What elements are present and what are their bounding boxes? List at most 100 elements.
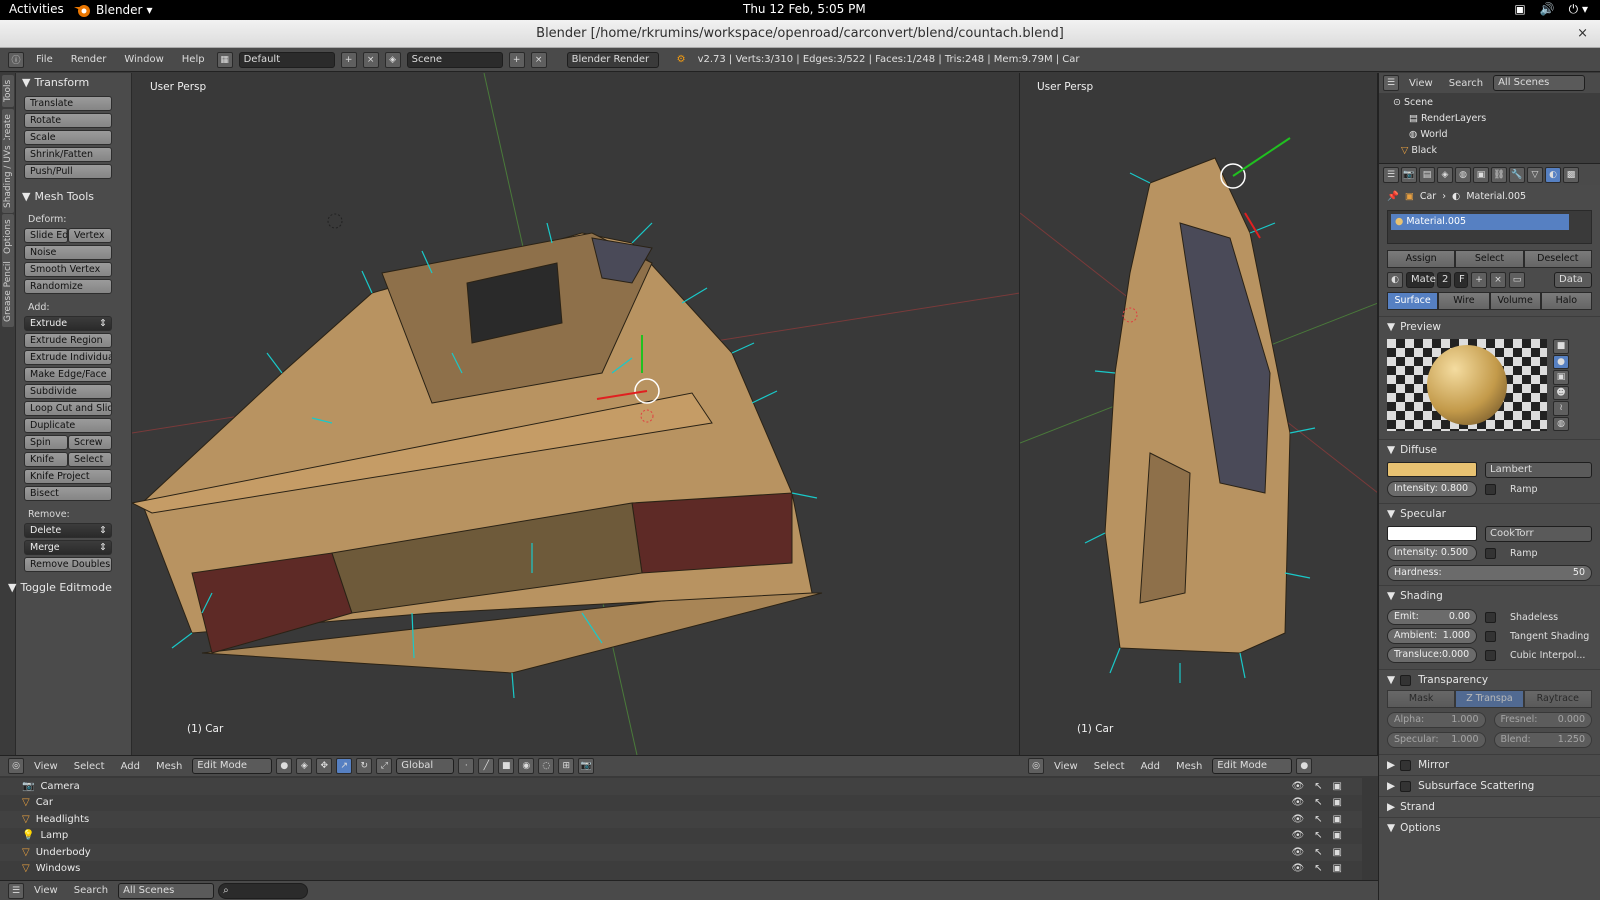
eye-icon[interactable]: 👁 bbox=[1291, 814, 1304, 825]
translate-button[interactable]: Translate bbox=[24, 96, 112, 111]
proportional-icon[interactable]: ◌ bbox=[538, 758, 555, 774]
transform-panel-header[interactable]: ▼ Transform bbox=[16, 73, 131, 92]
assign-button[interactable]: Assign bbox=[1387, 250, 1456, 268]
menu-mesh[interactable]: Mesh bbox=[1170, 761, 1208, 772]
select-button[interactable]: Select bbox=[1455, 250, 1524, 268]
knife-select-button[interactable]: Select bbox=[68, 452, 112, 467]
editor-type-icon[interactable]: ☰ bbox=[1383, 166, 1399, 183]
menu-add[interactable]: Add bbox=[1135, 761, 1166, 772]
render-tab-icon[interactable]: 📷 bbox=[1401, 166, 1417, 183]
preview-panel-header[interactable]: ▼ Preview bbox=[1379, 316, 1600, 337]
noise-button[interactable]: Noise bbox=[24, 245, 112, 260]
outliner-item-black[interactable]: ▽ Black bbox=[1393, 143, 1600, 159]
system-tray[interactable]: ▣ 🔊 ⏻ ▾ bbox=[1514, 2, 1588, 17]
sss-panel-header[interactable]: ▶ Subsurface Scattering bbox=[1379, 775, 1600, 796]
deselect-button[interactable]: Deselect bbox=[1523, 250, 1592, 268]
eye-icon[interactable]: 👁 bbox=[1291, 797, 1304, 808]
mode-select[interactable]: Edit Mode bbox=[192, 758, 273, 774]
cursor-icon[interactable]: ↖ bbox=[1314, 797, 1322, 808]
alpha-field[interactable]: Alpha: 1.000 bbox=[1387, 712, 1486, 728]
emit-field[interactable]: Emit: 0.00 bbox=[1387, 609, 1477, 625]
viewport-shading-icon[interactable]: ● bbox=[276, 758, 293, 774]
mesh-tools-panel-header[interactable]: ▼ Mesh Tools bbox=[16, 187, 131, 206]
menu-view[interactable]: View bbox=[1048, 761, 1084, 772]
preview-cube-icon[interactable]: ▣ bbox=[1553, 370, 1569, 385]
diffuse-color-swatch[interactable] bbox=[1387, 462, 1477, 477]
diffuse-intensity-field[interactable]: Intensity: 0.800 bbox=[1387, 481, 1477, 497]
fresnel-field[interactable]: Fresnel: 0.000 bbox=[1493, 712, 1592, 728]
diffuse-ramp-checkbox[interactable] bbox=[1485, 483, 1496, 495]
viewport-left[interactable]: User Persp (1) Car bbox=[132, 73, 1020, 755]
cursor-icon[interactable]: ↖ bbox=[1314, 814, 1322, 825]
specular-intensity-field[interactable]: Intensity: 0.500 bbox=[1387, 545, 1477, 561]
rotate-manip-icon[interactable]: ↻ bbox=[356, 758, 373, 774]
outliner-item-camera[interactable]: 📷 Camera 👁 ↖ ▣ bbox=[0, 778, 1362, 795]
mesh-side-viewport-canvas[interactable] bbox=[1020, 73, 1378, 755]
transparency-panel-header[interactable]: ▼ Transparency bbox=[1379, 669, 1600, 690]
diffuse-shader-select[interactable]: Lambert bbox=[1485, 462, 1592, 478]
clock[interactable]: Thu 12 Feb, 5:05 PM bbox=[743, 2, 866, 16]
specular-shader-select[interactable]: CookTorr bbox=[1485, 526, 1592, 542]
preview-flat-icon[interactable]: ■ bbox=[1553, 339, 1569, 354]
render-icon[interactable]: 📷 bbox=[578, 758, 595, 774]
mesh-viewport-canvas[interactable] bbox=[132, 73, 1020, 755]
orientation-select[interactable]: Global bbox=[396, 758, 455, 774]
menu-view[interactable]: View bbox=[1403, 78, 1439, 89]
cursor-icon[interactable]: ↖ bbox=[1314, 781, 1322, 792]
translate-manip-icon[interactable]: ↗ bbox=[336, 758, 353, 774]
layout-field[interactable]: Default bbox=[238, 51, 335, 68]
mask-button[interactable]: Mask bbox=[1387, 690, 1456, 708]
render-icon[interactable]: ▣ bbox=[1333, 781, 1342, 792]
menu-add[interactable]: Add bbox=[115, 761, 146, 772]
shadeless-checkbox[interactable] bbox=[1485, 611, 1496, 623]
display-mode-select[interactable]: All Scenes bbox=[118, 882, 215, 899]
editor-type-icon[interactable]: ☰ bbox=[1383, 75, 1399, 91]
eye-icon[interactable]: 👁 bbox=[1291, 781, 1304, 792]
screw-button[interactable]: Screw bbox=[68, 435, 112, 450]
hardness-field[interactable]: Hardness: 50 bbox=[1387, 565, 1592, 581]
world-tab-icon[interactable]: ◍ bbox=[1455, 166, 1471, 183]
duplicate-button[interactable]: Duplicate bbox=[24, 418, 112, 433]
close-icon[interactable]: × bbox=[1577, 20, 1588, 48]
texture-tab-icon[interactable]: ▩ bbox=[1563, 166, 1579, 183]
layout-icon[interactable]: ▦ bbox=[216, 51, 233, 68]
tab-grease-pencil[interactable]: Grease Pencil bbox=[2, 256, 14, 327]
viewport-shading-icon[interactable]: ● bbox=[1296, 758, 1313, 774]
occlude-icon[interactable]: ◉ bbox=[518, 758, 535, 774]
copy-icon[interactable]: ▭ bbox=[1509, 272, 1525, 288]
menu-window[interactable]: Window bbox=[118, 54, 169, 65]
scene-field[interactable]: Scene bbox=[406, 51, 503, 68]
eye-icon[interactable]: 👁 bbox=[1291, 847, 1304, 858]
add-layout-icon[interactable]: + bbox=[340, 51, 357, 68]
users-count[interactable]: 2 bbox=[1437, 272, 1451, 288]
menu-render[interactable]: Render bbox=[65, 54, 113, 65]
randomize-button[interactable]: Randomize bbox=[24, 279, 112, 294]
tab-shading-uvs[interactable]: Shading / UVs bbox=[2, 140, 14, 213]
volume-icon[interactable]: 🔊 bbox=[1540, 2, 1555, 17]
menu-file[interactable]: File bbox=[30, 54, 59, 65]
layers-tab-icon[interactable]: ▤ bbox=[1419, 166, 1435, 183]
blend-field[interactable]: Blend: 1.250 bbox=[1493, 732, 1592, 748]
material-tab-icon[interactable]: ◐ bbox=[1545, 166, 1561, 183]
rotate-button[interactable]: Rotate bbox=[24, 113, 112, 128]
knife-button[interactable]: Knife bbox=[24, 452, 68, 467]
tab-surface[interactable]: Surface bbox=[1387, 292, 1439, 310]
knife-project-button[interactable]: Knife Project bbox=[24, 469, 112, 484]
activities-button[interactable]: Activities bbox=[9, 2, 64, 16]
material-slot-list[interactable]: ● Material.005 bbox=[1387, 210, 1592, 244]
display-mode-select[interactable]: All Scenes bbox=[1493, 75, 1586, 91]
face-select-icon[interactable]: ■ bbox=[498, 758, 515, 774]
tangent-shading-checkbox[interactable] bbox=[1485, 630, 1496, 642]
delete-select[interactable]: Delete ⇕ bbox=[24, 523, 112, 538]
extrude-region-button[interactable]: Extrude Region bbox=[24, 333, 112, 348]
shading-panel-header[interactable]: ▼ Shading bbox=[1379, 585, 1600, 606]
menu-help[interactable]: Help bbox=[176, 54, 211, 65]
outliner-item-underbody[interactable]: ▽ Underbody 👁 ↖ ▣ bbox=[0, 844, 1362, 861]
app-menu[interactable]: Blender ▾ bbox=[72, 1, 153, 19]
scene-tab-icon[interactable]: ◈ bbox=[1437, 166, 1453, 183]
cursor-icon[interactable]: ↖ bbox=[1314, 863, 1322, 874]
slide-edge-button[interactable]: Slide Ed bbox=[24, 228, 68, 243]
render-icon[interactable]: ▣ bbox=[1333, 847, 1342, 858]
render-icon[interactable]: ▣ bbox=[1333, 797, 1342, 808]
modifiers-tab-icon[interactable]: 🔧 bbox=[1509, 166, 1525, 183]
